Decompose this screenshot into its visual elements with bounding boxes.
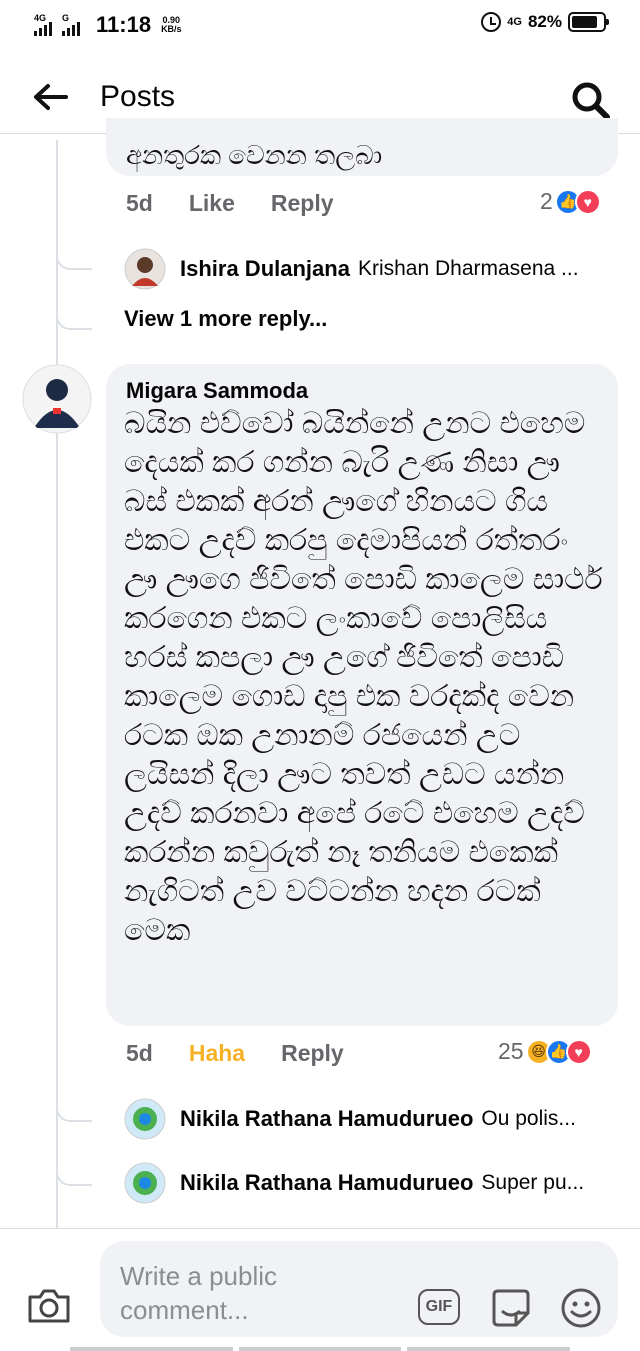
comment-placeholder: Write a public comment...: [120, 1261, 278, 1325]
haha-button[interactable]: Haha: [189, 1040, 245, 1067]
love-reaction-icon: ♥: [565, 1038, 592, 1065]
sim2-signal-icon: G: [62, 14, 84, 36]
reaction-count: 2: [540, 188, 553, 214]
reply-item[interactable]: Nikila Rathana Hamudurueo Ou polis...: [124, 1098, 576, 1140]
nav-gesture-bar: [70, 1347, 571, 1351]
gif-button[interactable]: GIF: [418, 1289, 460, 1325]
alarm-icon: [481, 12, 502, 32]
sticker-icon[interactable]: [490, 1287, 532, 1329]
sim1-signal-icon: 4G: [34, 14, 56, 36]
comment-actions: 5d Haha Reply: [126, 1040, 344, 1067]
avatar[interactable]: [124, 1098, 166, 1140]
status-bar: 4G G 11:18 0.90 KB/s 4G 82%: [0, 0, 640, 50]
comment-author[interactable]: Migara Sammoda: [126, 378, 308, 404]
status-left: 4G G 11:18 0.90 KB/s: [34, 12, 182, 38]
avatar[interactable]: [22, 364, 92, 434]
comment-time: 5d: [126, 190, 153, 216]
like-button[interactable]: Like: [189, 190, 235, 217]
reply-author[interactable]: Nikila Rathana Hamudurueo: [180, 1106, 473, 1132]
reply-item[interactable]: Nikila Rathana Hamudurueo Super pu...: [124, 1162, 584, 1204]
reaction-summary[interactable]: 2 👍 ♥: [540, 188, 601, 215]
reply-item[interactable]: Ishira Dulanjana Krishan Dharmasena ...: [124, 248, 579, 290]
search-icon[interactable]: [570, 80, 610, 120]
status-right: 4G 82%: [481, 12, 609, 32]
comment-composer: Write a public comment... GIF: [0, 1228, 640, 1351]
reply-author[interactable]: Nikila Rathana Hamudurueo: [180, 1170, 473, 1196]
love-reaction-icon: ♥: [574, 188, 601, 215]
view-more-replies-link[interactable]: View 1 more reply...: [124, 306, 327, 332]
page-title: Posts: [100, 80, 176, 113]
comment-text: අනතුරක වෙනන තලබා: [126, 140, 383, 170]
reply-button[interactable]: Reply: [281, 1040, 344, 1067]
reply-connector: [56, 230, 92, 270]
reply-snippet: Krishan Dharmasena ...: [357, 257, 579, 280]
camera-icon[interactable]: [26, 1285, 72, 1325]
emoji-icon[interactable]: [560, 1287, 602, 1329]
battery-icon: [568, 12, 609, 32]
clock: 11:18: [96, 12, 152, 37]
battery-percent: 82%: [527, 12, 562, 31]
comment-input[interactable]: Write a public comment... GIF: [100, 1241, 618, 1337]
network-type: 4G: [507, 16, 522, 28]
arrow-left-icon[interactable]: [32, 82, 68, 112]
reply-button[interactable]: Reply: [271, 190, 334, 217]
avatar[interactable]: [124, 248, 166, 290]
reaction-count: 25: [498, 1038, 524, 1064]
reply-snippet: Super pu...: [481, 1171, 585, 1194]
comment-text: බයින එව්වෝ බයින්නේ උනට එහෙම දෙයක් කර ගන්…: [124, 407, 603, 947]
reply-connector: [56, 1146, 92, 1186]
comment-bubble[interactable]: අනතුරක වෙනන තලබා: [106, 118, 618, 176]
reply-author[interactable]: Ishira Dulanjana: [180, 256, 350, 282]
network-speed: 0.90 KB/s: [161, 16, 182, 34]
comment-actions: 5d Like Reply: [126, 190, 334, 217]
reply-connector: [56, 1082, 92, 1122]
reaction-summary[interactable]: 25 😆 👍 ♥: [498, 1038, 592, 1065]
reply-snippet: Ou polis...: [481, 1107, 576, 1130]
speed-unit: KB/s: [161, 24, 182, 34]
reply-connector: [56, 290, 92, 330]
comment-time: 5d: [126, 1040, 153, 1066]
comment-bubble[interactable]: Migara Sammoda බයින එව්වෝ බයින්නේ උනට එහ…: [106, 364, 618, 1026]
avatar[interactable]: [124, 1162, 166, 1204]
